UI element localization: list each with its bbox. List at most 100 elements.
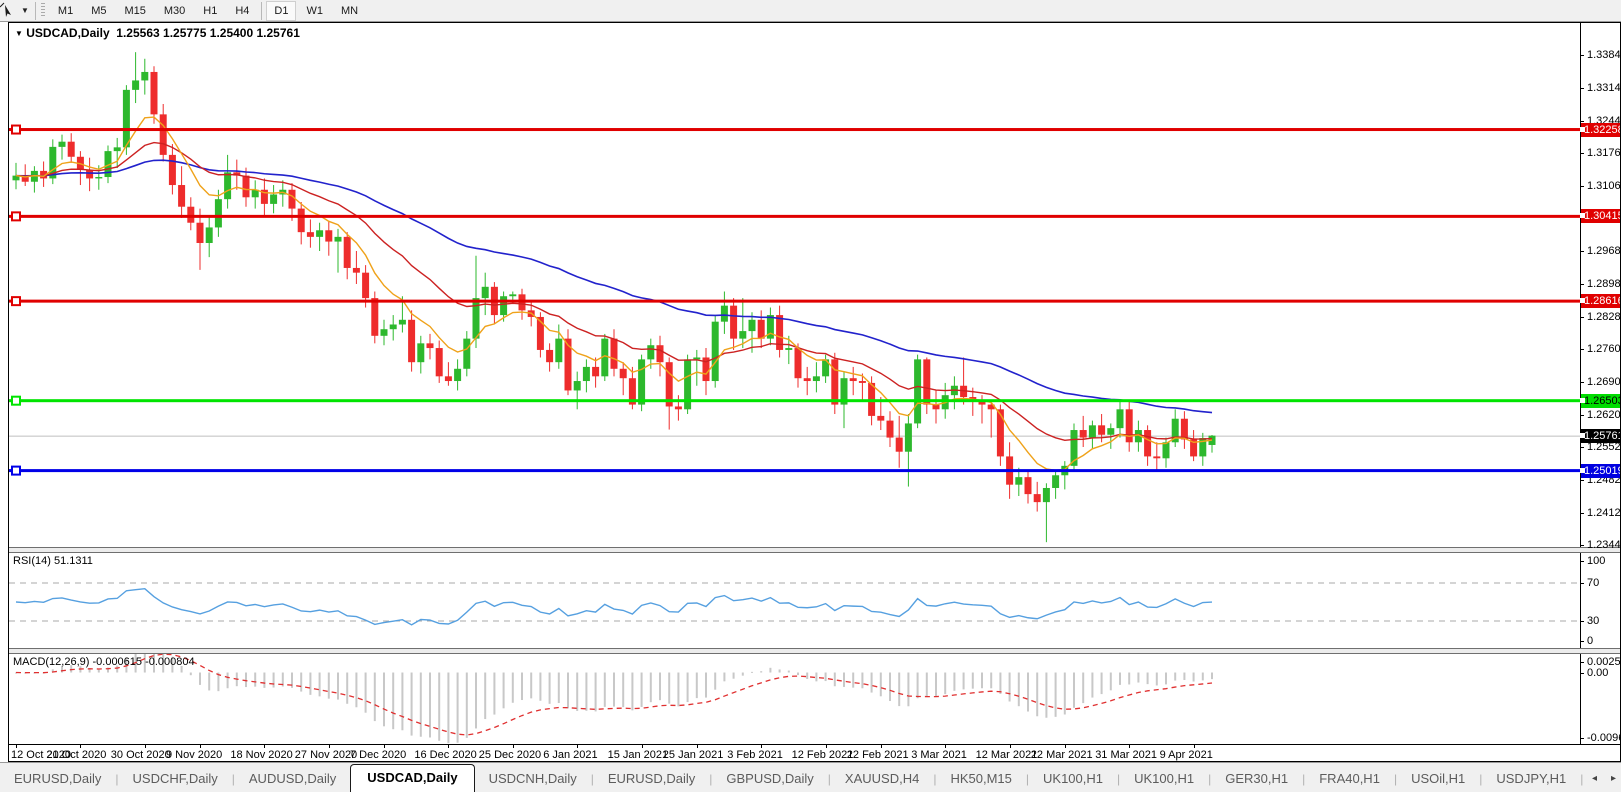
date-tick xyxy=(881,745,882,748)
axis-tick xyxy=(1580,447,1584,448)
axis-tick xyxy=(1580,513,1584,514)
cursor-tool-dropdown-icon[interactable]: ▼ xyxy=(21,6,29,15)
top-toolbar: ▼ M1M5M15M30H1H4 D1W1MN xyxy=(0,0,1621,22)
level-notch xyxy=(1580,398,1585,403)
symbol-title: ▼ USDCAD,Daily 1.25563 1.25775 1.25400 1… xyxy=(15,26,300,40)
cursor-tool-icon[interactable] xyxy=(0,2,20,20)
date-tick xyxy=(200,745,201,748)
toolbar-grip-handle[interactable] xyxy=(41,3,45,18)
chart-tab-fra40-h1[interactable]: FRA40,H1 xyxy=(1305,767,1394,792)
rsi-tick-label: 100 xyxy=(1587,555,1605,567)
axis-tick xyxy=(1580,349,1584,350)
chart-tab-usoil-h1[interactable]: USOil,H1 xyxy=(1397,767,1479,792)
pane-separator[interactable] xyxy=(9,648,1620,654)
rsi-pane[interactable]: RSI(14) 51.1311 xyxy=(9,553,1580,648)
timeframe-button-m5[interactable]: M5 xyxy=(83,1,114,21)
date-tick xyxy=(1129,745,1130,748)
tab-scroll-right-button[interactable]: ▸ xyxy=(1611,773,1616,784)
axis-tick xyxy=(1580,738,1584,739)
rsi-plot[interactable] xyxy=(9,553,1580,648)
chart-tab-eurusd-daily[interactable]: EURUSD,Daily xyxy=(0,767,115,792)
current-price-line xyxy=(9,436,1580,437)
timeframe-button-mn[interactable]: MN xyxy=(333,1,366,21)
level-notch xyxy=(1580,433,1585,438)
date-tick xyxy=(448,745,449,748)
main-chart-plot[interactable] xyxy=(9,23,1580,547)
date-tick xyxy=(264,745,265,748)
chart-tab-uk100-h1[interactable]: UK100,H1 xyxy=(1120,767,1208,792)
timeframe-button-m15[interactable]: M15 xyxy=(116,1,153,21)
date-tick xyxy=(16,745,17,748)
chart-tab-hk50-m15[interactable]: HK50,M15 xyxy=(936,767,1025,792)
main-chart-pane[interactable]: ▼ USDCAD,Daily 1.25563 1.25775 1.25400 1… xyxy=(9,23,1580,547)
toolbar-separator xyxy=(261,2,262,20)
date-label: 7 Dec 2020 xyxy=(350,749,406,761)
price-tick-label: 1.28280 xyxy=(1587,311,1620,323)
price-tick-label: 1.27600 xyxy=(1587,343,1620,355)
axis-tick xyxy=(1580,153,1584,154)
timeframe-button-d1[interactable]: D1 xyxy=(266,1,296,21)
date-tick xyxy=(577,745,578,748)
rsi-label: RSI(14) 51.1311 xyxy=(13,555,93,567)
date-tick xyxy=(697,745,698,748)
level-notch xyxy=(1580,213,1585,218)
axis-tick xyxy=(1580,186,1584,187)
timeframe-button-m30[interactable]: M30 xyxy=(156,1,193,21)
timeframe-button-m1[interactable]: M1 xyxy=(50,1,81,21)
date-tick xyxy=(1010,745,1011,748)
timeframe-button-w1[interactable]: W1 xyxy=(298,1,331,21)
chart-tab-gbpusd-daily[interactable]: GBPUSD,Daily xyxy=(712,767,827,792)
current-price-label: 1.25761 xyxy=(1581,429,1620,443)
date-label: 31 Mar 2021 xyxy=(1095,749,1157,761)
date-tick xyxy=(1194,745,1195,748)
date-axis[interactable]: 12 Oct 202021 Oct 202030 Oct 20209 Nov 2… xyxy=(9,744,1620,761)
axis-tick xyxy=(1580,88,1584,89)
chart-window: ▼ USDCAD,Daily 1.25563 1.25775 1.25400 1… xyxy=(8,22,1621,762)
chart-tab-usdjpy-h1[interactable]: USDJPY,H1 xyxy=(1482,767,1580,792)
toolbar-separator xyxy=(35,2,36,20)
date-label: 25 Jan 2021 xyxy=(663,749,724,761)
symbol-dropdown-icon[interactable]: ▼ xyxy=(15,29,23,38)
axis-tick xyxy=(1580,382,1584,383)
chart-tab-usdcnh-daily[interactable]: USDCNH,Daily xyxy=(475,767,591,792)
level-price-label: 1.26503 xyxy=(1581,394,1620,408)
date-label: 15 Jan 2021 xyxy=(608,749,669,761)
macd-label: MACD(12,26,9) -0.000615 -0.000804 xyxy=(13,656,195,668)
date-tick xyxy=(384,745,385,748)
chart-tab-usdchf-daily[interactable]: USDCHF,Daily xyxy=(119,767,232,792)
pane-separator[interactable] xyxy=(9,547,1620,553)
axis-tick xyxy=(1580,251,1584,252)
level-price-label: 1.28616 xyxy=(1581,294,1620,308)
price-tick-label: 1.25520 xyxy=(1587,441,1620,453)
macd-pane[interactable]: MACD(12,26,9) -0.000615 -0.000804 xyxy=(9,654,1580,744)
chart-tab-xauusd-h4[interactable]: XAUUSD,H4 xyxy=(831,767,933,792)
level-price-label: 1.25019 xyxy=(1581,464,1620,478)
chart-tab-uk100-h1[interactable]: UK100,H1 xyxy=(1029,767,1117,792)
axis-tick xyxy=(1580,415,1584,416)
price-tick-label: 1.31760 xyxy=(1587,147,1620,159)
rsi-tick-label: 30 xyxy=(1587,615,1599,627)
tab-scroll-left-button[interactable]: ◂ xyxy=(1592,773,1597,784)
date-tick xyxy=(1065,745,1066,748)
axis-tick xyxy=(1580,480,1584,481)
level-notch xyxy=(1580,468,1585,473)
date-label: 25 Dec 2020 xyxy=(479,749,541,761)
axis-tick xyxy=(1580,673,1584,674)
chart-tab-usdcad-daily[interactable]: USDCAD,Daily xyxy=(350,764,474,792)
timeframe-button-h1[interactable]: H1 xyxy=(195,1,225,21)
tab-scroll-controls: ◂▸ xyxy=(1587,763,1621,792)
chart-tab-eurusd-daily[interactable]: EURUSD,Daily xyxy=(594,767,709,792)
date-tick xyxy=(145,745,146,748)
axis-tick xyxy=(1580,561,1584,562)
chart-tab-bar: EURUSD,Daily|USDCHF,Daily|AUDUSD,DailyUS… xyxy=(0,762,1621,792)
macd-plot[interactable] xyxy=(9,654,1580,744)
axis-tick xyxy=(1580,545,1584,546)
date-tick xyxy=(642,745,643,748)
timeframe-button-h4[interactable]: H4 xyxy=(227,1,257,21)
date-tick xyxy=(826,745,827,748)
chart-tab-ger30-h1[interactable]: GER30,H1 xyxy=(1211,767,1302,792)
chart-tab-audusd-daily[interactable]: AUDUSD,Daily xyxy=(235,767,350,792)
date-label: 12 Feb 2021 xyxy=(792,749,854,761)
date-tick xyxy=(945,745,946,748)
macd-tick-label: 0.00 xyxy=(1587,667,1608,679)
